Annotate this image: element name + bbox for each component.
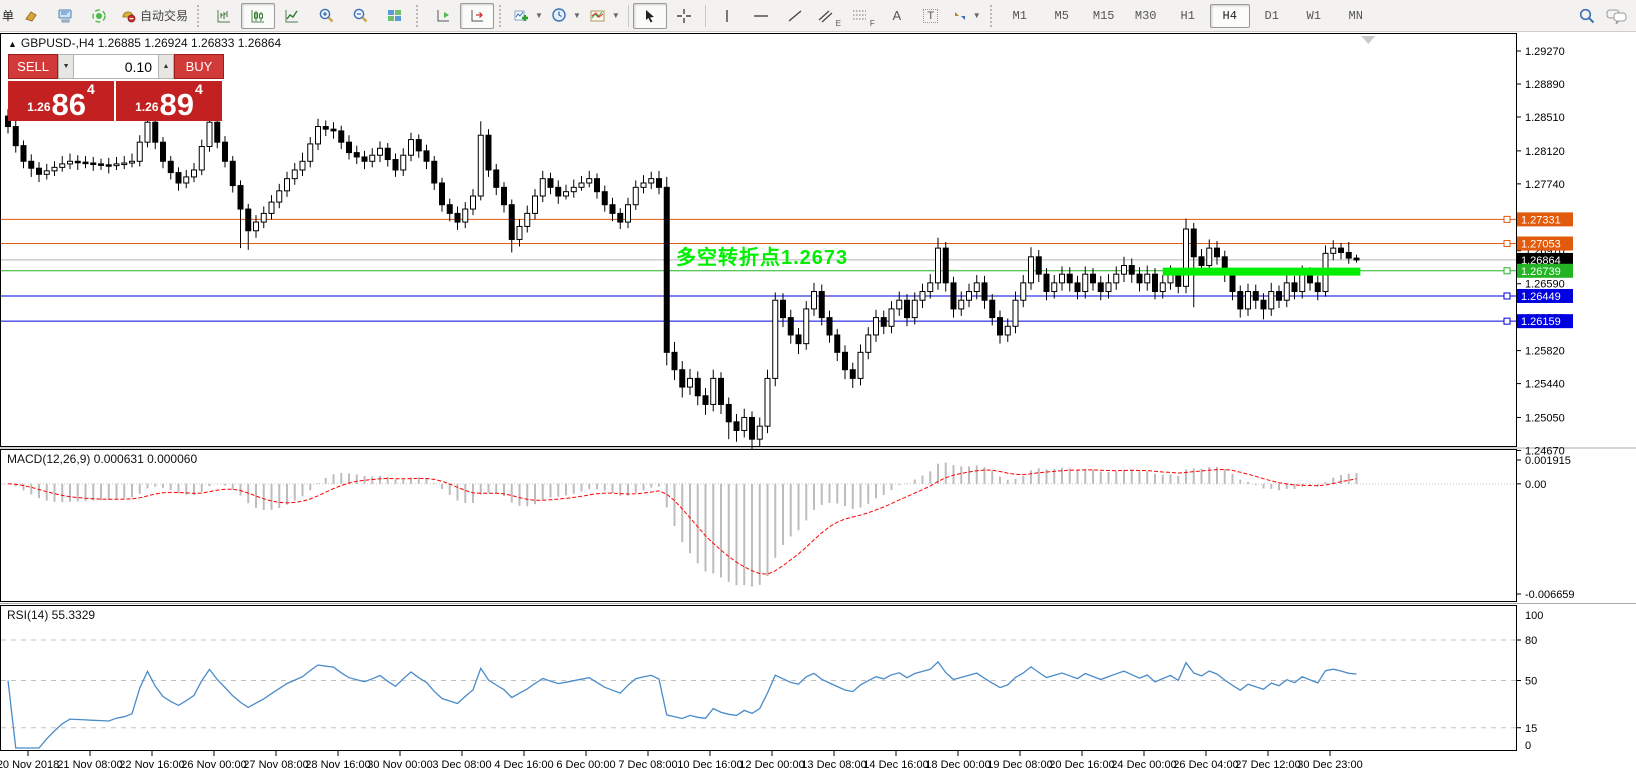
svg-text:3 Dec 08:00: 3 Dec 08:00 [432, 759, 491, 771]
buy-price-button[interactable]: 1.26894 [116, 81, 222, 121]
svg-text:1.27740: 1.27740 [1525, 179, 1565, 191]
svg-text:21 Nov 08:00: 21 Nov 08:00 [57, 759, 122, 771]
svg-text:1.28120: 1.28120 [1525, 146, 1565, 158]
sell-button[interactable]: SELL [8, 54, 58, 79]
one-click-trading-panel: SELL ▼ ▲ BUY 1.26864 1.26894 [8, 54, 224, 121]
chart-shift-marker[interactable] [1361, 36, 1375, 44]
chart-title: ▲ GBPUSD-,H4 1.26885 1.26924 1.26833 1.26… [8, 36, 281, 50]
chart-annotation-text[interactable]: 多空转折点1.2673 [676, 241, 848, 270]
svg-text:1.26590: 1.26590 [1525, 279, 1565, 291]
one-click-toggle-icon[interactable]: ▲ [8, 39, 17, 49]
svg-text:80: 80 [1525, 635, 1537, 647]
volume-increase-button[interactable]: ▲ [158, 54, 174, 79]
svg-text:20 Nov 2018: 20 Nov 2018 [0, 759, 59, 771]
svg-text:18 Dec 00:00: 18 Dec 00:00 [925, 759, 990, 771]
rsi-pane[interactable] [1, 640, 1516, 748]
time-axis[interactable]: 20 Nov 201821 Nov 08:0022 Nov 16:0026 No… [0, 751, 1363, 771]
svg-text:19 Dec 08:00: 19 Dec 08:00 [987, 759, 1052, 771]
svg-text:1.28890: 1.28890 [1525, 79, 1565, 91]
svg-text:10 Dec 16:00: 10 Dec 16:00 [677, 759, 742, 771]
sell-price-big: 86 [52, 92, 86, 118]
svg-text:1.27053: 1.27053 [1521, 239, 1561, 251]
svg-text:27 Nov 08:00: 27 Nov 08:00 [243, 759, 308, 771]
svg-text:0.00: 0.00 [1525, 479, 1546, 491]
macd-label: MACD(12,26,9) 0.000631 0.000060 [7, 452, 197, 466]
sell-price-sup: 4 [87, 81, 95, 97]
macd-pane[interactable] [1, 462, 1516, 586]
buy-price-sup: 4 [195, 81, 203, 97]
svg-text:13 Dec 08:00: 13 Dec 08:00 [801, 759, 866, 771]
rsi-label: RSI(14) 55.3329 [7, 608, 95, 622]
svg-text:20 Dec 16:00: 20 Dec 16:00 [1049, 759, 1114, 771]
svg-text:1.25820: 1.25820 [1525, 346, 1565, 358]
svg-text:-0.006659: -0.006659 [1525, 589, 1575, 601]
sell-price-button[interactable]: 1.26864 [8, 81, 114, 121]
price-chart-pane[interactable] [0, 34, 1636, 751]
svg-text:1.28510: 1.28510 [1525, 112, 1565, 124]
svg-text:26 Nov 00:00: 26 Nov 00:00 [181, 759, 246, 771]
buy-price-big: 89 [160, 92, 194, 118]
svg-text:0.001915: 0.001915 [1525, 455, 1571, 467]
svg-text:30 Dec 23:00: 30 Dec 23:00 [1297, 759, 1362, 771]
buy-button[interactable]: BUY [174, 54, 224, 79]
svg-text:14 Dec 16:00: 14 Dec 16:00 [863, 759, 928, 771]
svg-text:22 Nov 16:00: 22 Nov 16:00 [119, 759, 184, 771]
svg-text:1.25440: 1.25440 [1525, 379, 1565, 391]
svg-text:1.26739: 1.26739 [1521, 266, 1561, 278]
svg-text:1.26449: 1.26449 [1521, 291, 1561, 303]
svg-text:7 Dec 08:00: 7 Dec 08:00 [618, 759, 677, 771]
chart-canvas: 1.29270 1.28890 1.28510 1.28120 1.27740 1.273… [0, 33, 1636, 779]
sell-price-prefix: 1.26 [27, 100, 50, 114]
mt4-window: 单 自动交易 [0, 0, 1636, 779]
svg-text:24 Dec 00:00: 24 Dec 00:00 [1111, 759, 1176, 771]
svg-text:0: 0 [1525, 740, 1531, 752]
svg-text:1.26159: 1.26159 [1521, 316, 1561, 328]
svg-text:27 Dec 12:00: 27 Dec 12:00 [1235, 759, 1300, 771]
chart-title-text: GBPUSD-,H4 1.26885 1.26924 1.26833 1.268… [21, 36, 281, 50]
svg-text:12 Dec 00:00: 12 Dec 00:00 [739, 759, 804, 771]
svg-text:15: 15 [1525, 723, 1537, 735]
svg-text:100: 100 [1525, 610, 1543, 622]
svg-text:1.29270: 1.29270 [1525, 46, 1565, 58]
volume-input[interactable] [74, 54, 158, 79]
svg-text:28 Nov 16:00: 28 Nov 16:00 [305, 759, 370, 771]
svg-text:1.25050: 1.25050 [1525, 412, 1565, 424]
buy-price-prefix: 1.26 [135, 100, 158, 114]
svg-text:6 Dec 00:00: 6 Dec 00:00 [556, 759, 615, 771]
svg-text:30 Nov 00:00: 30 Nov 00:00 [367, 759, 432, 771]
svg-text:1.27331: 1.27331 [1521, 214, 1561, 226]
svg-text:4 Dec 16:00: 4 Dec 16:00 [494, 759, 553, 771]
svg-text:26 Dec 04:00: 26 Dec 04:00 [1173, 759, 1238, 771]
svg-text:50: 50 [1525, 676, 1537, 688]
volume-decrease-button[interactable]: ▼ [58, 54, 74, 79]
price-axis[interactable]: 1.29270 1.28890 1.28510 1.28120 1.27740 1.273… [1516, 46, 1575, 752]
